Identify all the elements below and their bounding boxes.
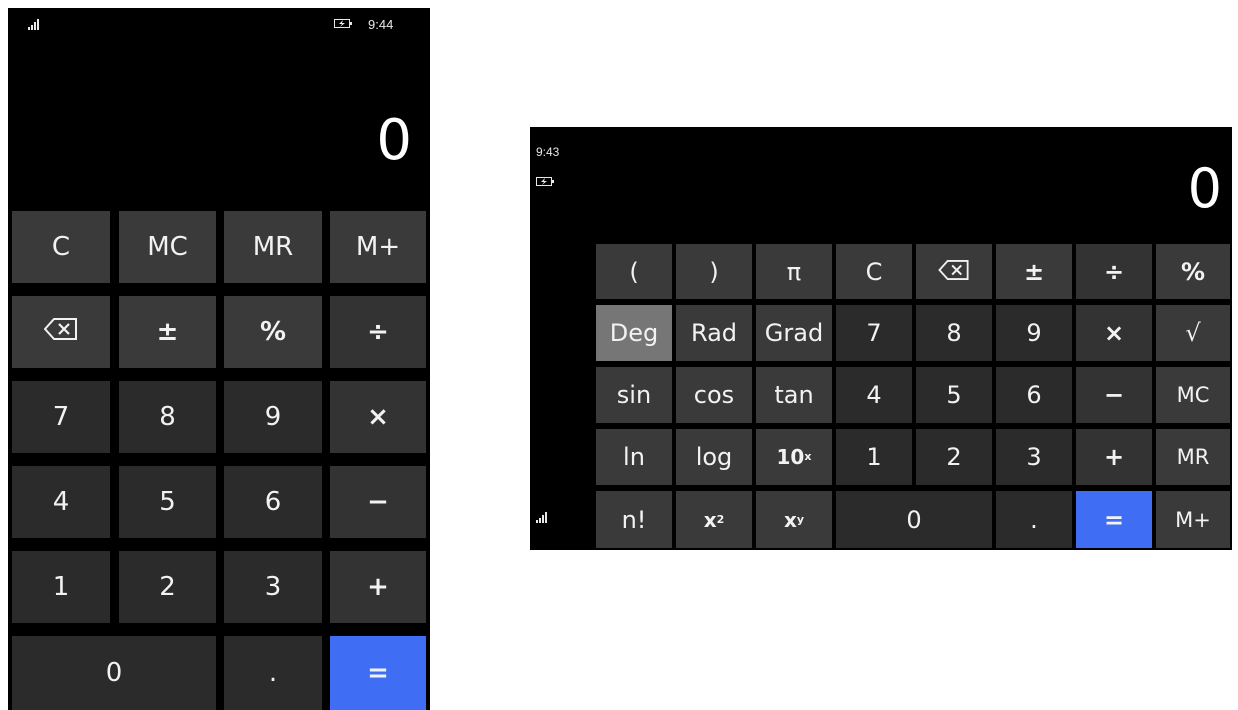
digit-2-button[interactable]: 2 [119,551,216,623]
status-time: 9:44 [368,17,394,32]
display-value: 0 [1187,157,1222,220]
digit-8-button[interactable]: 8 [916,305,992,361]
degrees-mode-button[interactable]: Deg [596,305,672,361]
subtract-button[interactable]: − [330,466,426,538]
pi-button[interactable]: π [756,244,832,299]
digit-7-button[interactable]: 7 [12,381,110,453]
backspace-icon [43,317,78,347]
memory-add-button[interactable]: M+ [1156,491,1230,548]
percent-button[interactable]: % [224,296,322,368]
battery-charging-icon [334,17,354,32]
digit-6-button[interactable]: 6 [224,466,322,538]
plus-minus-button[interactable]: ± [996,244,1072,299]
x-squared-base: x [703,507,717,532]
plus-minus-button[interactable]: ± [119,296,216,368]
x-power-y-button[interactable]: xy [756,491,832,548]
display-value: 0 [376,108,412,173]
tangent-button[interactable]: tan [756,367,832,423]
clear-button[interactable]: C [836,244,912,299]
backspace-button[interactable] [916,244,992,299]
memory-add-button[interactable]: M+ [330,211,426,283]
divide-button[interactable]: ÷ [1076,244,1152,299]
divide-button[interactable]: ÷ [330,296,426,368]
digit-1-button[interactable]: 1 [836,429,912,485]
decimal-point-button[interactable]: . [996,491,1072,548]
close-paren-button[interactable]: ) [676,244,752,299]
add-button[interactable]: + [1076,429,1152,485]
digit-6-button[interactable]: 6 [996,367,1072,423]
digit-0-button[interactable]: 0 [12,636,216,710]
digit-3-button[interactable]: 3 [224,551,322,623]
digit-9-button[interactable]: 9 [224,381,322,453]
digit-0-button[interactable]: 0 [836,491,992,548]
multiply-button[interactable]: × [1076,305,1152,361]
digit-8-button[interactable]: 8 [119,381,216,453]
memory-clear-button[interactable]: MC [119,211,216,283]
landscape-calculator: 9:43 0 ( ) π C ± ÷ % Deg Rad Grad 7 8 9 … [530,127,1232,550]
clear-button[interactable]: C [12,211,110,283]
backspace-icon [938,258,970,286]
sine-button[interactable]: sin [596,367,672,423]
add-button[interactable]: + [330,551,426,623]
equals-button[interactable]: = [1076,491,1152,548]
ten-power-x-button[interactable]: 10 x [756,429,832,485]
decimal-point-button[interactable]: . [224,636,322,710]
digit-9-button[interactable]: 9 [996,305,1072,361]
memory-clear-button[interactable]: MC [1156,367,1230,423]
subtract-button[interactable]: − [1076,367,1152,423]
digit-4-button[interactable]: 4 [12,466,110,538]
x-squared-button[interactable]: x2 [676,491,752,548]
natural-log-button[interactable]: ln [596,429,672,485]
log-button[interactable]: log [676,429,752,485]
radians-mode-button[interactable]: Rad [676,305,752,361]
ten-power-x-base: 10 [776,445,805,469]
battery-charging-icon [536,175,556,190]
signal-strength-icon [536,511,547,523]
gradians-mode-button[interactable]: Grad [756,305,832,361]
memory-recall-button[interactable]: MR [224,211,322,283]
digit-3-button[interactable]: 3 [996,429,1072,485]
square-root-button[interactable]: √ [1156,305,1230,361]
digit-5-button[interactable]: 5 [916,367,992,423]
equals-button[interactable]: = [330,636,426,710]
memory-recall-button[interactable]: MR [1156,429,1230,485]
status-time: 9:43 [536,145,560,159]
backspace-button[interactable] [12,296,110,368]
cosine-button[interactable]: cos [676,367,752,423]
factorial-button[interactable]: n! [596,491,672,548]
digit-4-button[interactable]: 4 [836,367,912,423]
digit-1-button[interactable]: 1 [12,551,110,623]
percent-button[interactable]: % [1156,244,1230,299]
x-power-y-base: x [783,507,797,532]
open-paren-button[interactable]: ( [596,244,672,299]
portrait-calculator: 9:44 0 C MC MR M+ ± % ÷ 7 8 9 × 4 5 6 − … [8,8,430,710]
multiply-button[interactable]: × [330,381,426,453]
digit-5-button[interactable]: 5 [119,466,216,538]
digit-2-button[interactable]: 2 [916,429,992,485]
signal-strength-icon [28,18,39,30]
digit-7-button[interactable]: 7 [836,305,912,361]
